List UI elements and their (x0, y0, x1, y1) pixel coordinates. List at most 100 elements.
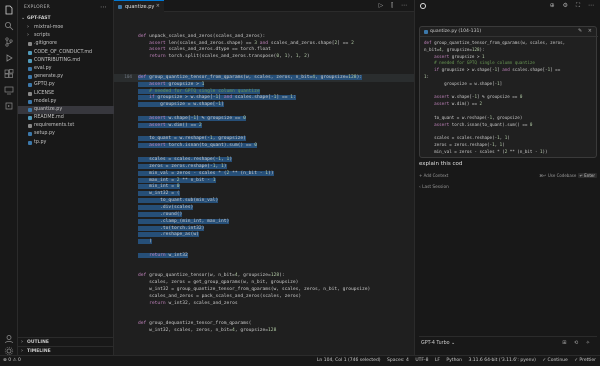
outline-section[interactable]: › OUTLINE (18, 337, 114, 346)
snippet-line: zeros = zeros.reshape(-1, 1) (424, 141, 505, 147)
python-file-icon (118, 5, 122, 9)
timeline-section[interactable]: › TIMELINE (18, 346, 114, 355)
files-icon[interactable] (4, 5, 14, 15)
snippet-line: assert w.dim() == 2 (434, 101, 483, 107)
file-tree-item[interactable]: › mixtral-moe (18, 24, 114, 32)
file-tree-item[interactable]: GPTQ.py (18, 81, 114, 89)
continue-logo-icon (420, 3, 426, 9)
file-tree-label: GPTQ.py (34, 82, 55, 88)
file-icon (28, 75, 32, 80)
continue-icon[interactable] (4, 101, 14, 111)
file-tree-label: quantize.py (34, 106, 63, 112)
code-text: if groupsize > w.shape[-1] and scales.sh… (138, 95, 296, 101)
code-text: min_val = zeros - scales * (2 ** (n_bit … (138, 170, 274, 176)
code-text: scales, zeros = get_group_qparams(w, n_b… (138, 280, 299, 286)
code-text: assert w.dim() == 2 (138, 122, 202, 128)
file-tree-item[interactable]: CONTRIBUTING.md (18, 57, 114, 65)
file-tree-item[interactable]: quantize.py (18, 105, 114, 115)
file-icon (28, 50, 32, 55)
file-tree-label: .gitignore (34, 41, 57, 47)
prettier-status[interactable]: ✓ Prettier (574, 358, 596, 363)
file-icon (28, 124, 32, 129)
search-icon[interactable] (4, 21, 14, 31)
snippet-line: def group_quantize_tensor_from_qparams(w… (424, 40, 566, 45)
code-text: return torch.split(scales_and_zeros.tran… (149, 54, 310, 60)
run-debug-icon[interactable] (4, 53, 14, 63)
snippet-line: # needed for GPTQ single column quantize (424, 60, 535, 66)
snippet-line: if groupsize > w.shape[-1] and scales.sh… (434, 67, 561, 73)
code-text: ) (138, 239, 152, 245)
snippet-line: min_val = zeros - scales * (2 ** (n_bit … (424, 148, 548, 154)
code-text: return w_int32 (138, 252, 188, 258)
extensions-icon[interactable] (4, 69, 14, 79)
file-tree-item[interactable]: README.md (18, 114, 114, 122)
cursor-position[interactable]: Ln 104, Col 1 (746 selected) (317, 358, 381, 363)
file-tree-item[interactable]: model.py (18, 98, 114, 106)
problems-indicator[interactable]: ⊗ 0 ⚠ 0 (3, 358, 21, 363)
close-icon[interactable]: × (156, 3, 160, 9)
language-mode[interactable]: Python (446, 358, 462, 363)
code-context-snippet[interactable]: quantize.py (104-131) ✎ × def group_quan… (419, 26, 598, 158)
file-tree-label: requirements.txt (34, 123, 75, 129)
end-of-line[interactable]: LF (435, 358, 440, 363)
remote-explorer-icon[interactable] (4, 85, 14, 95)
file-tree-item[interactable]: tp.py (18, 139, 114, 147)
activity-bar (0, 0, 18, 366)
file-tree-item[interactable]: eval.py (18, 65, 114, 73)
account-icon[interactable] (4, 334, 14, 344)
model-selector[interactable]: GPT-4 Turbo ⌄ (421, 341, 455, 346)
add-context-button[interactable]: + Add Context (419, 173, 448, 178)
continue-status[interactable]: ✓ Continue (542, 358, 567, 363)
code-text: min_int = 0 (138, 184, 180, 190)
chat-header: ⊕ ⚙ ⛶ ⋯ (415, 0, 600, 12)
file-tree: › mixtral-moe › scripts .gitignore CODE_OF_CO… (18, 24, 114, 147)
file-tree-item[interactable]: requirements.txt (18, 122, 114, 130)
code-text: to_quant = w.reshape(-1, groupsize) (138, 136, 246, 142)
code-line[interactable]: w_int32, scales, zeros, n_bit=4, groupsi… (114, 327, 414, 335)
file-tree-item[interactable]: .gitignore (18, 40, 114, 48)
code-text: assert len(scales_and_zeros.shape) == 3 … (149, 40, 354, 46)
file-tree-item[interactable]: setup.py (18, 130, 114, 138)
code-text: w_int32 = group_quantize_tensor_from_qpa… (138, 287, 371, 293)
editor-actions[interactable]: ▷ ⫿ ⋯ (379, 2, 410, 10)
chat-controls: + Add Context ⌘↵ Use Codebase ↵ Enter (419, 172, 597, 180)
more-actions-icon[interactable]: ⋯ (100, 3, 107, 11)
code-text: scales_and_zeros = pack_scales_and_zeros… (138, 294, 302, 300)
code-area[interactable]: def unpack_scales_and_zeros(scales_and_z… (114, 12, 414, 355)
file-icon (28, 140, 32, 145)
snippet-actions[interactable]: ✎ × (578, 28, 594, 34)
snippet-header: quantize.py (104-131) ✎ × (420, 27, 598, 37)
file-tree-item[interactable]: CODE_OF_CONDUCT.md (18, 49, 114, 57)
source-control-icon[interactable] (4, 37, 14, 47)
python-interpreter[interactable]: 3.11.6 64-bit ('3.11.6': pyenv) (468, 358, 535, 363)
enter-button[interactable]: ↵ Enter (577, 173, 597, 178)
file-tree-item[interactable]: LICENSE (18, 90, 114, 98)
status-bar: ⊗ 0 ⚠ 0 Ln 104, Col 1 (746 selected) Spa… (0, 355, 600, 366)
python-file-icon (424, 30, 428, 34)
code-text: assert w.shape[-1] % groupsize == 0 (138, 115, 246, 121)
submit-controls[interactable]: ⌘↵ Use Codebase ↵ Enter (539, 173, 597, 178)
chat-prompt-input[interactable]: explain this cod (419, 161, 462, 167)
last-session-link[interactable]: ‹ Last Session (419, 185, 449, 190)
snippet-line (424, 108, 594, 115)
file-tree-item[interactable]: › scripts (18, 32, 114, 40)
code-text: assert groupsize > 1 (138, 81, 205, 87)
code-text: def unpack_scales_and_zeros(scales_and_z… (138, 33, 266, 39)
chat-header-actions[interactable]: ⊕ ⚙ ⛶ ⋯ (550, 2, 597, 10)
code-text: def group_dequantize_tensor_from_qparams… (138, 321, 252, 327)
encoding[interactable]: UTF-8 (415, 358, 428, 363)
file-tree-item[interactable]: generate.py (18, 73, 114, 81)
code-text: w_int32 = ( (138, 191, 180, 197)
snippet-line: assert groupsize > 1 (434, 53, 485, 59)
code-text: assert torch.isnan(to_quant).sum() == 0 (138, 143, 257, 149)
file-tree-label: generate.py (34, 74, 64, 80)
code-text: .to(torch.int32) (138, 225, 205, 231)
editor-tab-bar: quantize.py × ▷ ⫿ ⋯ (114, 0, 414, 12)
explorer-title: EXPLORER (24, 5, 51, 10)
workspace-folder[interactable]: ⌄ GPT-FAST (18, 14, 114, 23)
indentation[interactable]: Spaces: 4 (387, 358, 409, 363)
tab-quantize[interactable]: quantize.py × (114, 0, 164, 12)
code-text: .round() (138, 211, 183, 217)
chat-footer-actions[interactable]: ⊞ ⟲ ✧ (562, 340, 593, 346)
file-icon (28, 91, 32, 96)
